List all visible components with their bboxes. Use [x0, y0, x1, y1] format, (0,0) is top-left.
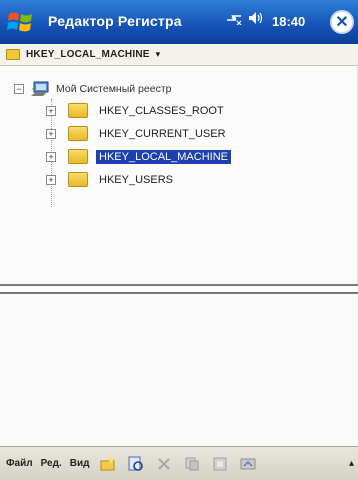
copy-icon — [185, 457, 199, 470]
tree-item-hkey-classes-root[interactable]: + HKEY_CLASSES_ROOT — [46, 103, 227, 118]
close-button[interactable]: ✕ — [330, 10, 354, 34]
pane-splitter[interactable] — [0, 284, 358, 294]
connectivity-icon[interactable] — [226, 11, 242, 25]
expand-toggle[interactable]: + — [46, 174, 56, 185]
tree-item-label: HKEY_CLASSES_ROOT — [99, 104, 224, 117]
paste-icon — [213, 457, 227, 470]
values-pane[interactable] — [0, 294, 358, 446]
tree-item-label: HKEY_USERS — [99, 173, 173, 186]
tree-root-label: Мой Системный реестр — [56, 83, 172, 95]
collapse-toggle[interactable]: − — [14, 84, 24, 94]
current-key-path: HKEY_LOCAL_MACHINE — [26, 49, 150, 60]
new-key-button[interactable] — [97, 453, 119, 475]
key-path-dropdown[interactable]: HKEY_LOCAL_MACHINE ▾ — [0, 44, 358, 66]
menu-bar: Файл Ред. Вид ▴ — [0, 446, 358, 480]
tree-item-hkey-current-user[interactable]: + HKEY_CURRENT_USER — [46, 126, 229, 141]
expand-toggle[interactable]: + — [46, 105, 56, 116]
menu-edit[interactable]: Ред. — [41, 458, 62, 469]
expand-toggle[interactable]: + — [46, 151, 56, 162]
folder-icon — [6, 49, 20, 60]
input-panel-arrow-icon[interactable]: ▴ — [349, 458, 354, 469]
paste-button[interactable] — [209, 453, 231, 475]
clock[interactable]: 18:40 — [272, 14, 305, 29]
tree-item-label: HKEY_CURRENT_USER — [99, 127, 226, 140]
title-bar: Редактор Регистра 18:40 ✕ — [0, 0, 358, 44]
copy-button[interactable] — [181, 453, 203, 475]
dropdown-arrow-icon[interactable]: ▾ — [156, 49, 161, 60]
tree-item-label: HKEY_LOCAL_MACHINE — [96, 149, 231, 164]
folder-icon — [68, 103, 88, 118]
tree-item-hkey-local-machine[interactable]: + HKEY_LOCAL_MACHINE — [46, 149, 231, 164]
folder-icon — [68, 172, 88, 187]
windows-start-icon[interactable] — [6, 8, 34, 36]
app-title: Редактор Регистра — [48, 13, 182, 29]
menu-view[interactable]: Вид — [70, 458, 90, 469]
properties-icon — [240, 458, 256, 469]
volume-icon[interactable] — [248, 11, 264, 25]
tree-item-hkey-users[interactable]: + HKEY_USERS — [46, 172, 176, 187]
computer-icon — [31, 81, 49, 96]
new-folder-icon — [100, 455, 116, 470]
delete-button[interactable] — [153, 453, 175, 475]
registry-tree: − Мой Системный реестр + HKEY_CLASSES_RO… — [0, 67, 358, 284]
menu-file[interactable]: Файл — [6, 458, 33, 469]
folder-icon — [68, 149, 88, 164]
folder-icon — [68, 126, 88, 141]
find-button[interactable] — [125, 453, 147, 475]
delete-icon — [158, 457, 171, 470]
close-icon: ✕ — [335, 14, 349, 31]
find-icon — [128, 456, 144, 471]
expand-toggle[interactable]: + — [46, 128, 56, 139]
status-icons — [226, 11, 264, 25]
tree-root[interactable]: − Мой Системный реестр — [14, 81, 171, 97]
properties-button[interactable] — [237, 453, 259, 475]
